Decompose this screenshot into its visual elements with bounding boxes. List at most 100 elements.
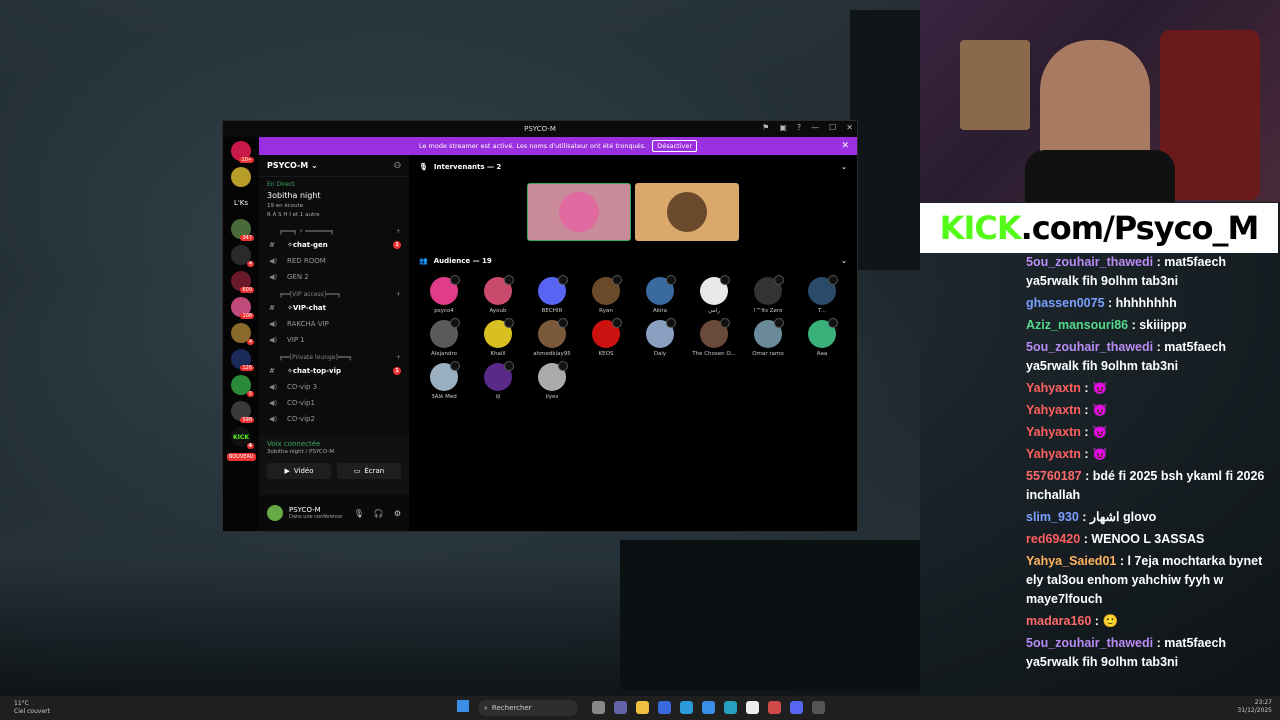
minimize-button[interactable]: — [811, 123, 819, 132]
chat-username[interactable]: Yahyaxtn [1026, 425, 1081, 439]
people-icon: 👥 [419, 257, 428, 265]
channel-item[interactable]: ◀) VIP 1 [259, 332, 409, 348]
audience-member[interactable]: T... [795, 275, 849, 314]
chat-username[interactable]: Yahyaxtn [1026, 447, 1081, 461]
audience-member[interactable]: Daly [633, 318, 687, 357]
audience-member[interactable]: BECHIR [525, 275, 579, 314]
mic-icon[interactable]: 🎙 [354, 509, 364, 518]
chat-username[interactable]: Yahyaxtn [1026, 381, 1081, 395]
server-icon[interactable]: 598 [231, 401, 254, 423]
task-view-icon[interactable] [592, 701, 605, 714]
audience-member[interactable]: 3Alé Med [417, 361, 471, 400]
audience-member[interactable]: Alejandro [417, 318, 471, 357]
disable-button[interactable]: Désactiver [652, 140, 698, 152]
settings-gear-icon[interactable]: ⚙ [394, 509, 401, 518]
avatar [700, 275, 730, 305]
chevron-down-icon[interactable]: ⌄ [841, 163, 847, 171]
server-icon[interactable]: 5 [231, 375, 254, 397]
chevron-down-icon[interactable]: ⌄ [841, 257, 847, 265]
channel-item[interactable]: # ✧VIP-chat [259, 300, 409, 316]
chat-username[interactable]: 55760187 [1026, 469, 1082, 483]
video-button[interactable]: ▶ Vidéo [267, 463, 331, 479]
server-home[interactable]: 10+ [231, 141, 254, 163]
speaker-tile[interactable] [527, 183, 631, 241]
speaker-tile[interactable] [635, 183, 739, 241]
channel-item[interactable]: ◀) RAKCHA VIP [259, 316, 409, 332]
server-icon[interactable] [231, 167, 251, 187]
file-explorer-icon[interactable] [636, 701, 649, 714]
windows-start-icon[interactable] [457, 700, 469, 712]
maximize-button[interactable]: ☐ [829, 123, 836, 132]
channel-item[interactable]: # ✧chat-top-vip 1 [259, 363, 409, 379]
server-icon[interactable]: 108 [231, 297, 254, 319]
audience-member[interactable]: ahmedklay95 [525, 318, 579, 357]
channel-item[interactable]: # ✧chat-gen 1 [259, 237, 409, 253]
chat-username[interactable]: Aziz_mansouri86 [1026, 318, 1128, 332]
channel-item[interactable]: ◀) GEN 2 [259, 269, 409, 285]
weather-widget[interactable]: 11°C Ciel couvert [14, 700, 50, 716]
headphones-icon[interactable]: 🎧 [374, 509, 384, 518]
clock[interactable]: 23:27 31/12/2025 [1237, 699, 1272, 715]
chat-username[interactable]: ghassen0075 [1026, 296, 1105, 310]
server-icon[interactable]: 126 [231, 349, 254, 371]
audience-member[interactable]: رامي [687, 275, 741, 314]
audience-member[interactable]: Khalil [471, 318, 525, 357]
server-header[interactable]: PSYCO-M ⌄ ⚇ [259, 155, 409, 177]
app-icon[interactable] [768, 701, 781, 714]
chat-username[interactable]: red69420 [1026, 532, 1080, 546]
chat-username[interactable]: madara160 [1026, 614, 1091, 628]
audience-member[interactable]: Akira [633, 275, 687, 314]
screen-icon[interactable]: ▣ [779, 123, 787, 132]
photos-icon[interactable] [658, 701, 671, 714]
live-stage[interactable]: En Direct 3obitha night 19 en écoute R A… [259, 177, 409, 222]
chat-username[interactable]: slim_930 [1026, 510, 1079, 524]
new-badge[interactable]: NOUVEAU [226, 453, 256, 461]
audience-member[interactable]: KEOS [579, 318, 633, 357]
help-icon[interactable]: ? [797, 123, 801, 132]
chat-username[interactable]: 5ou_zouhair_thawedi [1026, 255, 1153, 269]
channel-item[interactable]: ◀) CO-vip1 [259, 395, 409, 411]
server-icon[interactable]: 347 [231, 219, 254, 241]
chat-username[interactable]: Yahya_Saied01 [1026, 554, 1116, 568]
search-box[interactable]: ⌕ Rechercher [478, 700, 578, 716]
app-icon[interactable] [702, 701, 715, 714]
channel-item[interactable]: ◀) RED ROOM [259, 253, 409, 269]
audience-member[interactable]: ïįï [471, 361, 525, 400]
audience-member[interactable]: Ryan [579, 275, 633, 314]
inbox-icon[interactable]: ⚑ [762, 123, 769, 132]
channel-item[interactable]: ◀) CO-vip 3 [259, 379, 409, 395]
chat-username[interactable]: Yahyaxtn [1026, 403, 1081, 417]
channel-item[interactable]: ◀) CO-vip2 [259, 411, 409, 427]
server-icon[interactable]: 4 [231, 323, 254, 345]
edge-icon[interactable] [680, 701, 693, 714]
add-member-icon[interactable]: ⚇ [394, 161, 401, 170]
audience-member[interactable]: ilyes [525, 361, 579, 400]
audience-member[interactable]: !™Its Zero [741, 275, 795, 314]
channel-label: ✧chat-gen [287, 241, 328, 249]
discord-icon[interactable] [790, 701, 803, 714]
audience-member[interactable]: The Chosen O... [687, 318, 741, 357]
chat-username[interactable]: 5ou_zouhair_thawedi [1026, 340, 1153, 354]
audience-member[interactable]: Omar ramo [741, 318, 795, 357]
server-icon[interactable]: 4 [231, 245, 254, 267]
audience-header[interactable]: 👥 Audience — 19 ⌄ [409, 251, 857, 271]
avatar[interactable] [267, 505, 283, 521]
audience-member[interactable]: Aaa [795, 318, 849, 357]
close-icon[interactable]: ✕ [841, 141, 849, 151]
category[interactable]: ╔══[VIP access]═══╗ + [259, 285, 409, 300]
obs-icon[interactable] [746, 701, 759, 714]
close-button[interactable]: ✕ [846, 123, 853, 132]
audience-member[interactable]: psyco4 [417, 275, 471, 314]
teams-icon[interactable] [614, 701, 627, 714]
speakers-header[interactable]: 🎙 Intervenants — 2 ⌄ [409, 157, 857, 177]
server-icon[interactable]: 609 [231, 271, 254, 293]
server-kick[interactable]: KICK 4 [231, 427, 254, 449]
chat-username[interactable]: 5ou_zouhair_thawedi [1026, 636, 1153, 650]
screen-button[interactable]: ▭ Écran [337, 463, 401, 479]
category[interactable]: ╔══[Private lounge]═══╗ + [259, 348, 409, 363]
audience-member[interactable]: Ayoub [471, 275, 525, 314]
chrome-icon[interactable] [724, 701, 737, 714]
app-icon[interactable] [812, 701, 825, 714]
category[interactable]: ╔═══╗ ⚡ ═══════╗ + [259, 222, 409, 237]
server-folder[interactable]: L'Ks [231, 193, 251, 213]
